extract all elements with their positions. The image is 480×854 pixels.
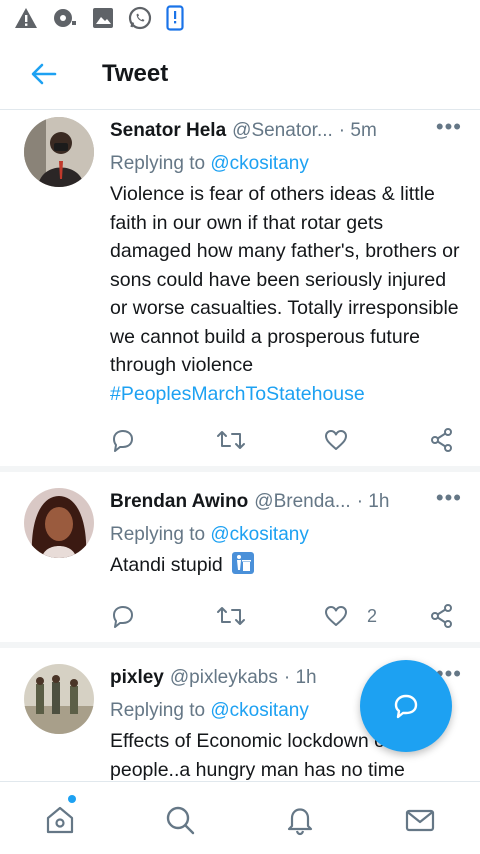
like-button[interactable]: 2 [323,596,377,636]
avatar[interactable] [24,488,94,558]
cast-icon [54,9,76,27]
share-icon [431,604,452,628]
retweet-icon [217,431,245,449]
nav-notifications[interactable] [280,800,320,840]
tweet-text: Violence is fear of others ideas & littl… [110,180,462,408]
heart-icon [325,430,347,450]
avatar[interactable] [24,664,94,734]
author-name[interactable]: pixley [110,667,164,689]
back-button[interactable] [14,44,74,104]
replying-label: Replying to [110,700,206,721]
warning-icon [15,8,37,28]
replying-to: Replying to @ckositany [110,151,462,177]
nav-search[interactable] [160,800,200,840]
replying-label: Replying to [110,153,206,174]
share-button[interactable] [429,596,455,636]
mention-link[interactable]: @ckositany [210,700,309,721]
status-bar [0,0,480,36]
header: Tweet [0,38,480,110]
notifications-icon [287,808,313,836]
author-handle[interactable]: @pixleykabs [170,667,278,689]
retweet-button[interactable] [216,596,246,636]
tweet-body: Violence is fear of others ideas & littl… [110,183,460,376]
like-count: 2 [367,605,378,626]
arrow-left-icon [31,63,57,84]
tweet-time: · 1h [356,491,390,512]
tweet-time: · 5m [338,120,377,141]
image-icon [93,8,113,28]
compose-reply-button[interactable] [360,660,452,752]
nav-home[interactable] [40,800,80,840]
bottom-nav [0,781,480,854]
author-handle[interactable]: @Senator... [232,120,333,142]
heart-icon [325,606,347,626]
like-button[interactable] [323,420,367,460]
replying-to: Replying to @ckositany [110,522,462,548]
replying-label: Replying to [110,524,206,545]
messages-icon [405,809,435,832]
tweet-actions [110,420,460,460]
nav-messages[interactable] [400,800,440,840]
search-icon [166,806,195,835]
avatar-image [24,117,94,187]
tweet[interactable]: Brendan Awino @Brenda... · 1h ••• Replyi… [0,472,480,648]
avatar-image [24,664,94,734]
reply-button[interactable] [110,420,136,460]
tweet-text: Atandi stupid [110,551,462,580]
phone-icon [166,5,184,31]
compose-reply-icon [394,694,418,719]
home-unread-dot [68,795,76,803]
tweet-body: Effects of Economic lockdown on people..… [110,730,405,781]
retweet-icon [217,607,245,625]
person-bin-emoji [232,552,255,574]
whatsapp-icon [128,6,152,30]
avatar-image [24,488,94,558]
tweet-actions: 2 [110,596,460,636]
page-title: Tweet [102,59,169,87]
retweet-button[interactable] [216,420,246,460]
avatar[interactable] [24,117,94,187]
author-name[interactable]: Brendan Awino [110,491,248,513]
mention-link[interactable]: @ckositany [210,524,309,545]
mention-link[interactable]: @ckositany [210,153,309,174]
more-options-button[interactable]: ••• [436,487,462,509]
author-handle[interactable]: @Brenda... [254,491,350,513]
share-button[interactable] [429,420,455,460]
share-icon [431,428,452,452]
hashtag-link[interactable]: #PeoplesMarchToStatehouse [110,383,365,405]
tweet[interactable]: Senator Hela @Senator... · 5m ••• Replyi… [0,111,480,472]
reply-button[interactable] [110,596,136,636]
reply-icon [113,606,133,628]
tweet-time: · 1h [283,667,317,688]
home-icon [46,806,74,834]
reply-icon [113,430,133,452]
more-options-button[interactable]: ••• [436,116,462,138]
tweet-body: Atandi stupid [110,554,223,576]
author-name[interactable]: Senator Hela [110,120,226,142]
